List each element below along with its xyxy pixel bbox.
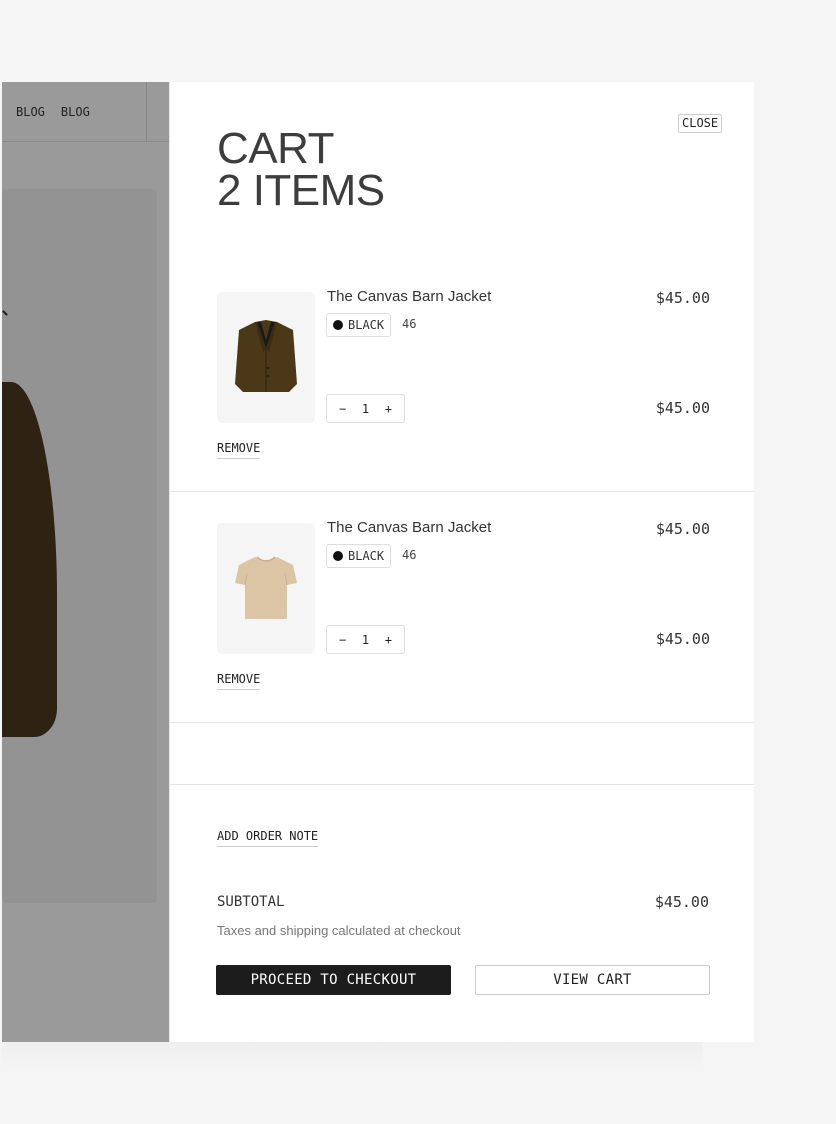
product-thumbnail[interactable] — [217, 292, 315, 423]
line-price: $45.00 — [655, 630, 710, 648]
footer-divider — [170, 784, 754, 785]
tshirt-icon — [235, 555, 297, 619]
background-nav: BLOG BLOG — [2, 82, 169, 142]
color-swatch — [333, 320, 343, 330]
quantity-value[interactable]: 1 — [362, 633, 369, 647]
page-frame: BLOG BLOG CLOSE CART 2 ITEMS The Canvas … — [2, 82, 754, 1042]
quantity-value[interactable]: 1 — [362, 402, 369, 416]
cart-drawer: CLOSE CART 2 ITEMS The Canvas Barn Jacke… — [169, 82, 754, 1042]
variant-size: 46 — [402, 548, 417, 562]
background-nav-item-blog: BLOG — [60, 104, 90, 119]
cart-title-label: CART — [217, 124, 334, 173]
variant-badge: BLACK — [326, 544, 392, 568]
variant-size: 46 — [402, 317, 417, 331]
cart-item-count: 2 ITEMS — [217, 166, 385, 215]
product-thumbnail[interactable] — [217, 523, 315, 654]
quantity-stepper: − 1 + — [326, 625, 405, 654]
cart-line-item: The Canvas Barn Jacket BLACK 46 $45.00 −… — [170, 492, 754, 723]
decrement-button[interactable]: − — [339, 402, 346, 416]
view-cart-button[interactable]: VIEW CART — [475, 965, 710, 995]
taxes-note: Taxes and shipping calculated at checkou… — [217, 923, 461, 938]
subtotal-label: SUBTOTAL — [217, 894, 285, 910]
remove-button[interactable]: REMOVE — [217, 672, 261, 690]
product-name[interactable]: The Canvas Barn Jacket — [327, 288, 491, 305]
background-nav-item-blog: BLOG — [16, 104, 45, 119]
unit-price: $45.00 — [655, 520, 710, 538]
checkout-button[interactable]: PROCEED TO CHECKOUT — [216, 965, 451, 995]
page-backdrop-overlay[interactable]: BLOG BLOG — [2, 82, 169, 1042]
cart-title: CART 2 ITEMS — [217, 124, 385, 215]
variant-color: BLACK — [348, 549, 385, 563]
line-price: $45.00 — [655, 399, 710, 417]
unit-price: $45.00 — [655, 289, 710, 307]
variant-color: BLACK — [348, 318, 385, 332]
frame-shadow — [2, 1042, 702, 1072]
add-order-note-button[interactable]: ADD ORDER NOTE — [217, 829, 319, 847]
jacket-icon — [235, 319, 297, 392]
increment-button[interactable]: + — [385, 633, 392, 647]
decrement-button[interactable]: − — [339, 633, 346, 647]
close-button[interactable]: CLOSE — [678, 114, 723, 133]
quantity-stepper: − 1 + — [326, 394, 405, 423]
cart-line-item: The Canvas Barn Jacket BLACK 46 $45.00 −… — [170, 261, 754, 492]
product-name[interactable]: The Canvas Barn Jacket — [327, 519, 491, 536]
remove-button[interactable]: REMOVE — [217, 441, 261, 459]
color-swatch — [333, 551, 343, 561]
subtotal-value: $45.00 — [654, 893, 709, 911]
increment-button[interactable]: + — [385, 402, 392, 416]
nav-divider — [146, 82, 147, 142]
variant-badge: BLACK — [326, 313, 392, 337]
